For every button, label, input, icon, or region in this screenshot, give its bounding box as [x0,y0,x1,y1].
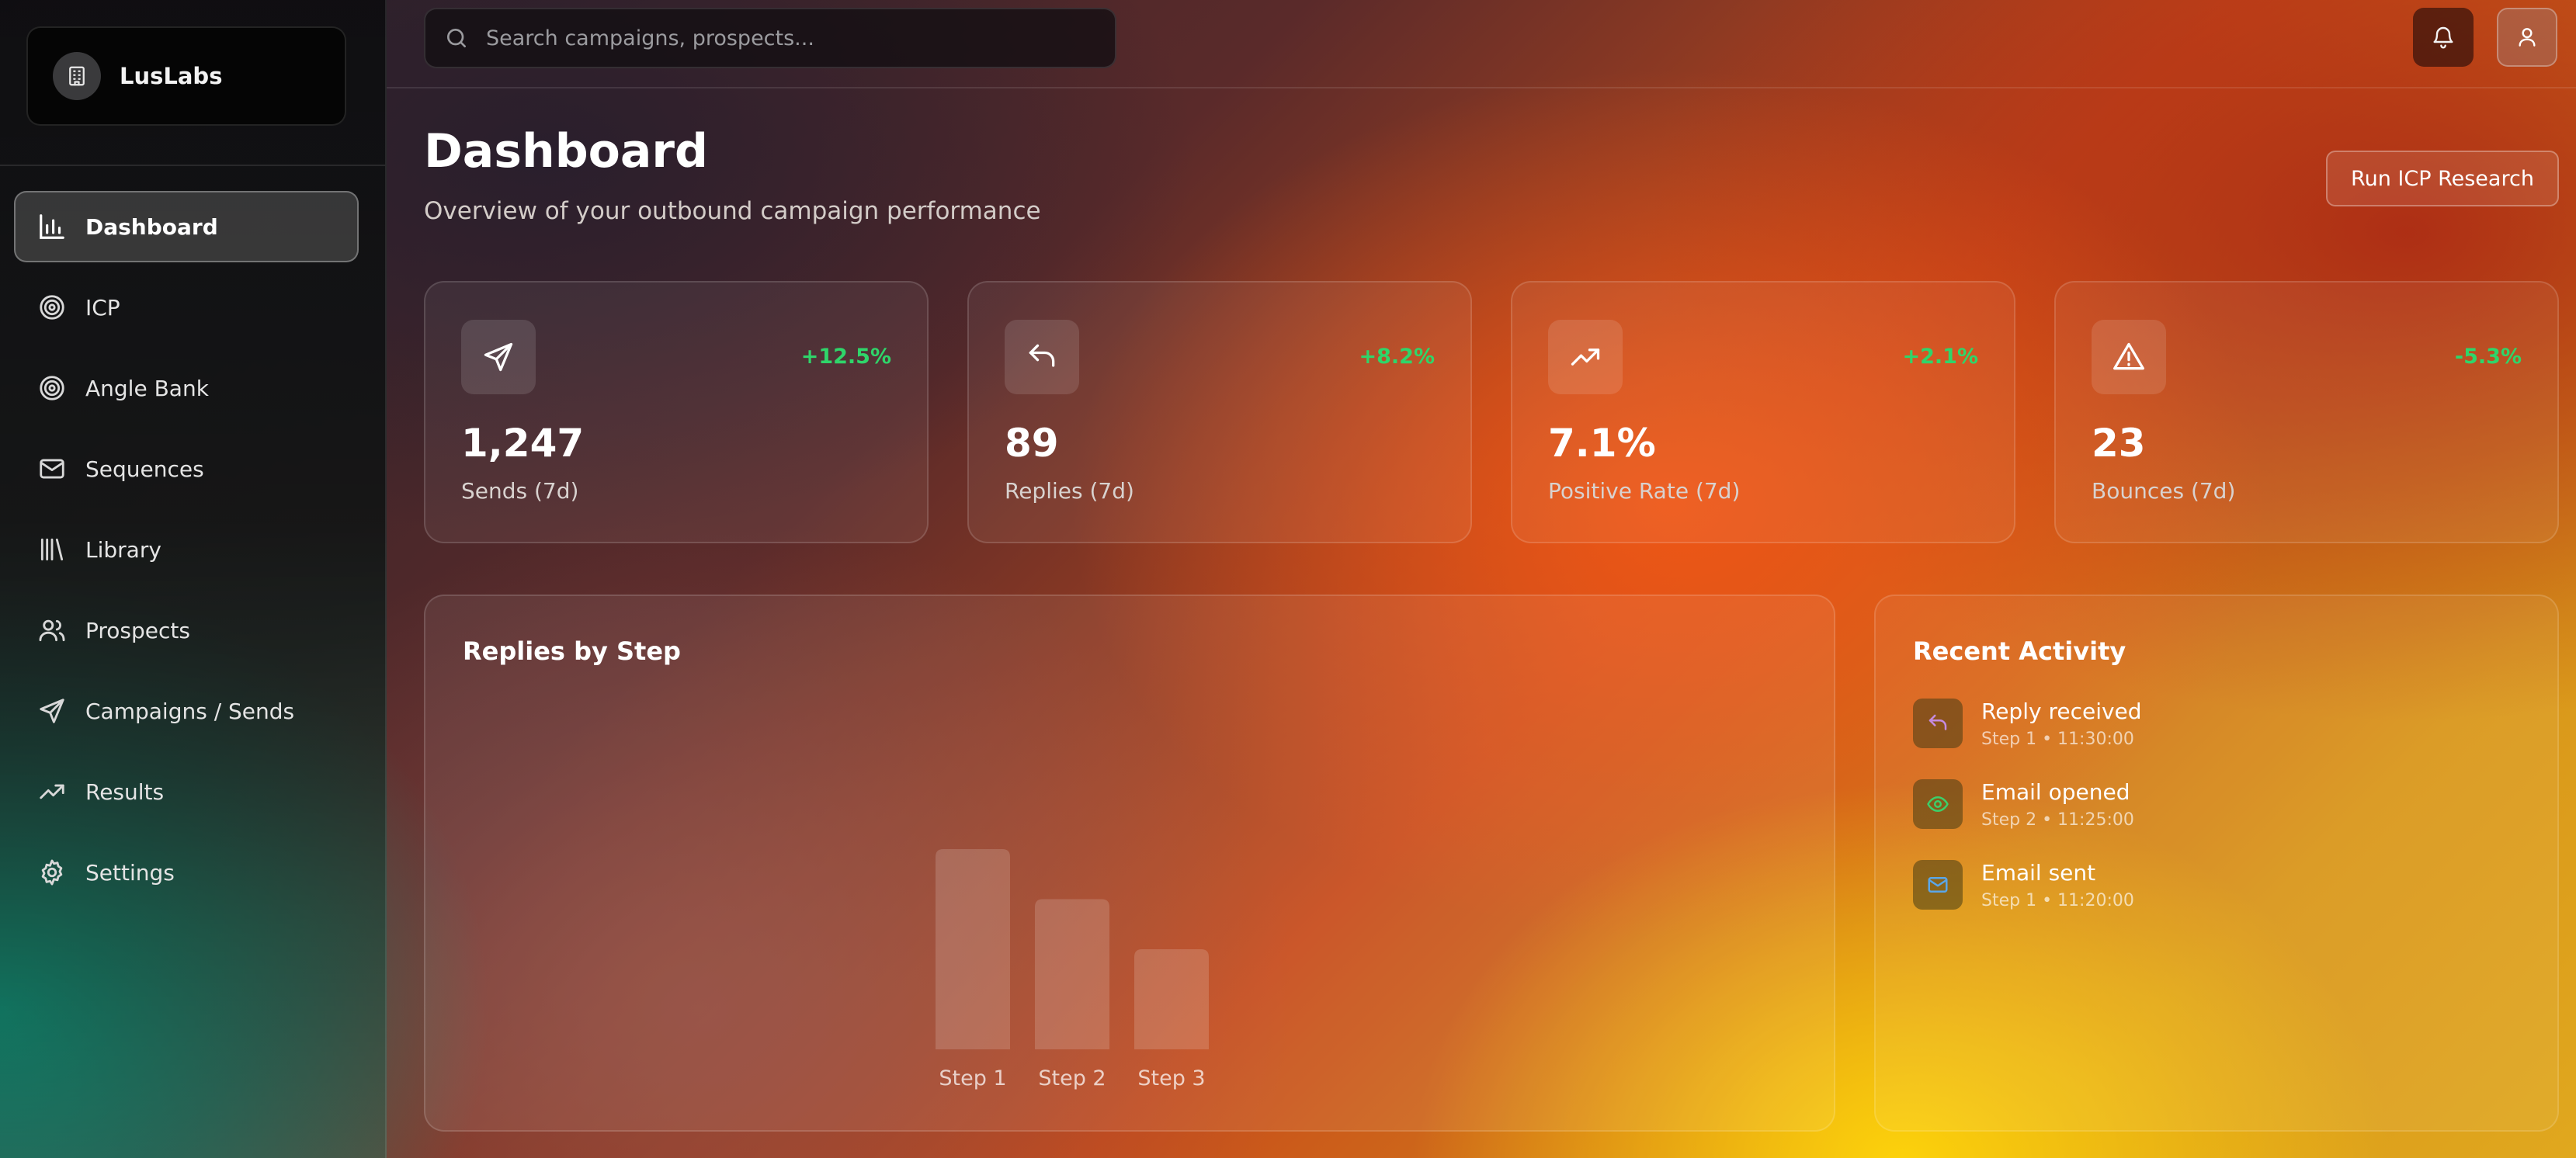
stat-change: +12.5% [800,345,891,369]
sidebar-item-angle-bank[interactable]: Angle Bank [14,352,359,424]
search-icon [447,29,466,47]
users-icon [37,615,67,645]
building-icon [53,52,101,100]
sidebar-item-label: Settings [85,859,175,886]
activity-item-meta: Step 2 • 11:25:00 [1981,810,2134,830]
stat-value: 89 [1005,421,1059,466]
bar-chart-icon [37,212,67,241]
sidebar-item-campaigns-sends[interactable]: Campaigns / Sends [14,675,359,747]
eye-icon [1913,779,1963,829]
stat-value: 1,247 [461,421,585,466]
recent-activity-card: Recent Activity Reply received Step 1 • … [1874,595,2559,1132]
sidebar-item-label: Prospects [85,617,190,643]
sidebar-item-icp[interactable]: ICP [14,272,359,343]
stat-value: 7.1% [1548,421,1656,466]
mail-icon [37,454,67,484]
target-icon [37,293,67,322]
trending-up-icon [37,777,67,806]
sidebar-item-label: Angle Bank [85,375,209,401]
sidebar-item-results[interactable]: Results [14,756,359,827]
sidebar-item-library[interactable]: Library [14,514,359,585]
stat-label: Sends (7d) [461,478,579,504]
activity-title: Recent Activity [1913,636,2126,666]
chart-bar-2[interactable] [1035,899,1109,1050]
page-subtitle: Overview of your outbound campaign perfo… [424,197,1041,225]
sidebar-item-prospects[interactable]: Prospects [14,595,359,666]
search-input[interactable] [484,25,1115,51]
topbar [387,0,2576,88]
brand-card[interactable]: LusLabs [26,26,346,126]
reply-icon [1005,320,1079,394]
send-icon [37,696,67,726]
chart-x-tick-label: Step 3 [1137,1066,1205,1090]
alert-triangle-icon [2092,320,2166,394]
target-icon [37,373,67,403]
reply-icon [1913,699,1963,748]
chart-bar-1[interactable] [936,849,1010,1049]
replies-by-step-card: Replies by Step Step 1 Step 2 Step 3 [424,595,1835,1132]
sidebar-item-label: ICP [85,294,120,321]
sidebar-item-dashboard[interactable]: Dashboard [14,191,359,262]
stat-label: Replies (7d) [1005,478,1134,504]
stat-change: +2.1% [1902,345,1978,369]
chart-x-tick-label: Step 2 [1038,1066,1106,1090]
activity-item[interactable]: Email opened Step 2 • 11:25:00 [1913,779,2519,834]
chart-bar-3[interactable] [1134,949,1209,1049]
mail-icon [1913,860,1963,910]
stat-label: Positive Rate (7d) [1548,478,1741,504]
app: LusLabs Dashboard ICP Angle Bank Sequenc… [0,0,2576,1158]
sidebar-item-label: Library [85,536,161,563]
activity-item[interactable]: Email sent Step 1 • 11:20:00 [1913,860,2519,914]
stat-card-positive-rate: +2.1% 7.1% Positive Rate (7d) [1511,281,2015,543]
sidebar-divider [0,165,385,166]
trending-up-icon [1548,320,1623,394]
stat-change: +8.2% [1359,345,1435,369]
stat-card-bounces: -5.3% 23 Bounces (7d) [2054,281,2559,543]
user-icon [2519,28,2536,47]
sidebar: LusLabs Dashboard ICP Angle Bank Sequenc… [0,0,387,1158]
sidebar-item-settings[interactable]: Settings [14,837,359,908]
activity-item-title: Email opened [1981,779,2130,805]
gear-icon [37,858,67,887]
search-box[interactable] [424,8,1116,68]
user-menu-button[interactable] [2497,8,2557,67]
sidebar-item-sequences[interactable]: Sequences [14,433,359,504]
stat-change: -5.3% [2454,345,2522,369]
stat-value: 23 [2092,421,2146,466]
sidebar-item-label: Dashboard [85,213,218,240]
sidebar-item-label: Campaigns / Sends [85,698,295,724]
sidebar-item-label: Results [85,778,165,805]
sidebar-item-label: Sequences [85,456,204,482]
replies-by-step-chart: Step 1 Step 2 Step 3 [936,849,1209,1090]
activity-item-meta: Step 1 • 11:30:00 [1981,730,2134,749]
activity-item-meta: Step 1 • 11:20:00 [1981,891,2134,910]
stat-card-sends: +12.5% 1,247 Sends (7d) [424,281,929,543]
send-icon [461,320,536,394]
stat-card-replies: +8.2% 89 Replies (7d) [967,281,1472,543]
activity-item-title: Email sent [1981,860,2096,886]
activity-item-title: Reply received [1981,699,2142,724]
notifications-button[interactable] [2413,8,2474,67]
stat-label: Bounces (7d) [2092,478,2236,504]
library-icon [37,535,67,564]
chart-x-tick-label: Step 1 [939,1066,1006,1090]
brand-name: LusLabs [120,63,223,89]
page-title: Dashboard [424,124,708,179]
sidebar-nav: Dashboard ICP Angle Bank Sequences Libra… [14,191,359,917]
run-icp-research-button[interactable]: Run ICP Research [2326,151,2559,206]
bell-icon [2433,26,2453,49]
activity-item[interactable]: Reply received Step 1 • 11:30:00 [1913,699,2519,753]
